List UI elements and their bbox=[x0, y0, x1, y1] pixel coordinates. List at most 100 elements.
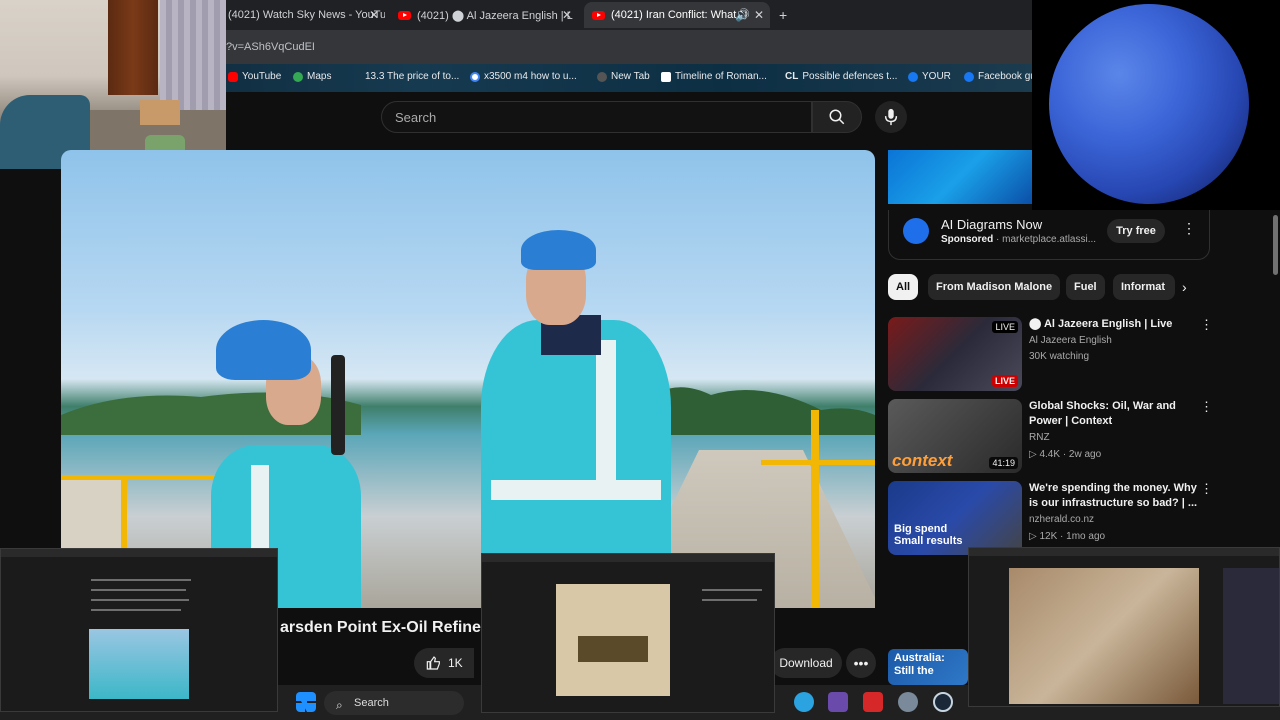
tab-iran-conflict[interactable]: (4021) Iran Conflict: What N 🔊 ✕ bbox=[584, 2, 770, 28]
ad-sponsored-label: Sponsored bbox=[941, 234, 994, 245]
taskbar-search[interactable]: Search bbox=[324, 691, 464, 715]
bookmark-label: YouTube bbox=[242, 71, 282, 82]
facebook-icon bbox=[964, 71, 974, 82]
app-icon[interactable] bbox=[863, 692, 883, 712]
more-icon[interactable]: ⋮ bbox=[1182, 220, 1196, 237]
recommendation-channel[interactable]: nzherald.co.nz bbox=[1029, 514, 1094, 525]
maps-icon bbox=[293, 71, 303, 82]
bookmark-label: 13.3 The price of to... bbox=[365, 71, 460, 82]
recommendation-title[interactable]: We're spending the money. Why is our inf… bbox=[1029, 481, 1199, 511]
bookmark-wikipedia[interactable]: Timeline of Roman... bbox=[661, 71, 767, 82]
cl-icon: CL bbox=[785, 71, 799, 82]
bookmark-new-tab[interactable]: New Tab bbox=[597, 71, 650, 82]
recommendation-channel[interactable]: RNZ bbox=[1029, 432, 1050, 443]
bookmark-label: Possible defences t... bbox=[802, 71, 898, 82]
more-icon[interactable]: ⋮ bbox=[1200, 317, 1213, 333]
bookmark-label: Timeline of Roman... bbox=[675, 71, 767, 82]
ad-title[interactable]: AI Diagrams Now bbox=[941, 217, 1042, 232]
ad-domain: · marketplace.atlassi... bbox=[996, 234, 1097, 245]
settings-icon[interactable] bbox=[898, 692, 918, 712]
video-player[interactable] bbox=[61, 150, 875, 608]
url-text[interactable]: ?v=ASh6VqCudEI bbox=[226, 41, 315, 53]
tab-label: (4021) ⬤ Al Jazeera English | L bbox=[417, 9, 573, 22]
recommendation-title[interactable]: ⬤ Al Jazeera English | Live bbox=[1029, 317, 1199, 332]
wikipedia-icon bbox=[661, 71, 671, 82]
recommendation-meta: ▷ 4.4K · 2w ago bbox=[1029, 449, 1102, 460]
more-actions-button[interactable]: ••• bbox=[846, 648, 876, 678]
tab-label: (4021) Watch Sky News - YouTu bbox=[228, 9, 385, 21]
bookmark-label: YOUR bbox=[922, 71, 951, 82]
tab-al-jazeera[interactable]: (4021) ⬤ Al Jazeera English | L ✕ bbox=[390, 2, 578, 28]
tab-sky-news[interactable]: (4021) Watch Sky News - YouTu ✕ bbox=[220, 2, 385, 28]
windows-start-icon[interactable] bbox=[296, 692, 316, 712]
download-button[interactable]: Download bbox=[770, 648, 842, 678]
telegram-icon[interactable] bbox=[794, 692, 814, 712]
ad-card[interactable]: AI Diagrams Now Sponsored · marketplace.… bbox=[888, 210, 1210, 260]
chip-from-madison-malone[interactable]: From Madison Malone bbox=[928, 274, 1061, 300]
bookmark-maps[interactable]: Maps bbox=[293, 71, 331, 82]
video-interviewee bbox=[446, 230, 686, 608]
thumbnail-text: Big spend Small results bbox=[894, 523, 963, 547]
video-railing bbox=[761, 460, 875, 465]
ad-try-free-button[interactable]: Try free bbox=[1107, 219, 1165, 243]
chevron-right-icon[interactable]: › bbox=[1182, 279, 1187, 295]
steam-icon[interactable] bbox=[933, 692, 953, 712]
bookmark-x3500[interactable]: x3500 m4 how to u... bbox=[470, 71, 577, 82]
chip-all[interactable]: All bbox=[888, 274, 919, 300]
video-thumbnail[interactable]: Australia: Still the bbox=[888, 649, 968, 685]
recommendation-item[interactable]: Big spend Small results We're spending t… bbox=[888, 481, 1218, 557]
bookmark-price[interactable]: 13.3 The price of to... bbox=[365, 71, 459, 82]
live-badge: LIVE bbox=[992, 321, 1018, 333]
bookmark-your[interactable]: YOUR bbox=[908, 71, 951, 82]
video-thumbnail[interactable]: LIVE LIVE bbox=[888, 317, 1022, 391]
facebook-icon bbox=[908, 71, 918, 82]
chip-informat[interactable]: Informat bbox=[1113, 274, 1175, 300]
youtube-icon bbox=[228, 71, 238, 82]
more-icon: ••• bbox=[853, 655, 869, 671]
search-placeholder: Search bbox=[395, 110, 437, 125]
ad-logo-icon bbox=[903, 218, 929, 244]
bookmark-label: x3500 m4 how to u... bbox=[484, 71, 577, 82]
bookmark-defences[interactable]: CL Possible defences t... bbox=[785, 71, 897, 82]
search-icon: ⌕ bbox=[336, 698, 343, 712]
bookmark-facebook[interactable]: Facebook gu bbox=[964, 71, 1036, 82]
recommendation-title[interactable]: Global Shocks: Oil, War and Power | Cont… bbox=[1029, 399, 1199, 429]
video-microphone bbox=[331, 355, 345, 455]
scrollbar-thumb[interactable] bbox=[1273, 215, 1278, 275]
video-thumbnail[interactable]: context 41:19 bbox=[888, 399, 1022, 473]
close-icon[interactable]: ✕ bbox=[754, 8, 764, 22]
window-preview-browser[interactable] bbox=[0, 548, 278, 712]
window-preview-game[interactable] bbox=[968, 547, 1280, 707]
video-thumbnail[interactable]: Big spend Small results bbox=[888, 481, 1022, 555]
chip-fuel[interactable]: Fuel bbox=[1066, 274, 1105, 300]
like-button[interactable]: 1K bbox=[414, 648, 474, 678]
recommendation-item[interactable]: context 41:19 Global Shocks: Oil, War an… bbox=[888, 399, 1218, 475]
ad-subtitle: Sponsored · marketplace.atlassi... bbox=[941, 234, 1096, 245]
window-preview-product[interactable] bbox=[481, 553, 775, 713]
neptune-image bbox=[1049, 4, 1249, 204]
globe-icon bbox=[597, 71, 607, 82]
more-icon[interactable]: ⋮ bbox=[1200, 399, 1213, 415]
recommendation-item[interactable]: LIVE LIVE ⬤ Al Jazeera English | Live Al… bbox=[888, 317, 1218, 393]
close-icon[interactable]: ✕ bbox=[562, 8, 572, 22]
ad-banner-image[interactable] bbox=[888, 150, 1032, 204]
youtube-header: Search bbox=[226, 92, 1032, 148]
bookmark-label: Maps bbox=[307, 71, 332, 82]
app-icon[interactable] bbox=[828, 692, 848, 712]
search-input[interactable]: Search bbox=[381, 101, 812, 133]
video-railing bbox=[121, 475, 127, 555]
taskbar-search-placeholder: Search bbox=[354, 697, 389, 709]
close-icon[interactable]: ✕ bbox=[369, 8, 379, 22]
recommendation-channel[interactable]: Al Jazeera English bbox=[1029, 335, 1112, 346]
video-title: arsden Point Ex-Oil Refinery bbox=[280, 619, 497, 636]
speaker-icon[interactable]: 🔊 bbox=[735, 8, 750, 22]
search-button[interactable] bbox=[812, 101, 862, 133]
more-icon[interactable]: ⋮ bbox=[1200, 481, 1213, 497]
planet-overlay bbox=[1032, 0, 1280, 210]
like-count: 1K bbox=[448, 656, 463, 670]
bookmark-youtube[interactable]: YouTube bbox=[228, 71, 281, 82]
new-tab-button[interactable]: + bbox=[774, 2, 796, 28]
preview-image bbox=[556, 584, 670, 696]
voice-search-button[interactable] bbox=[875, 101, 907, 133]
tab-label: (4021) Iran Conflict: What N bbox=[611, 9, 748, 21]
